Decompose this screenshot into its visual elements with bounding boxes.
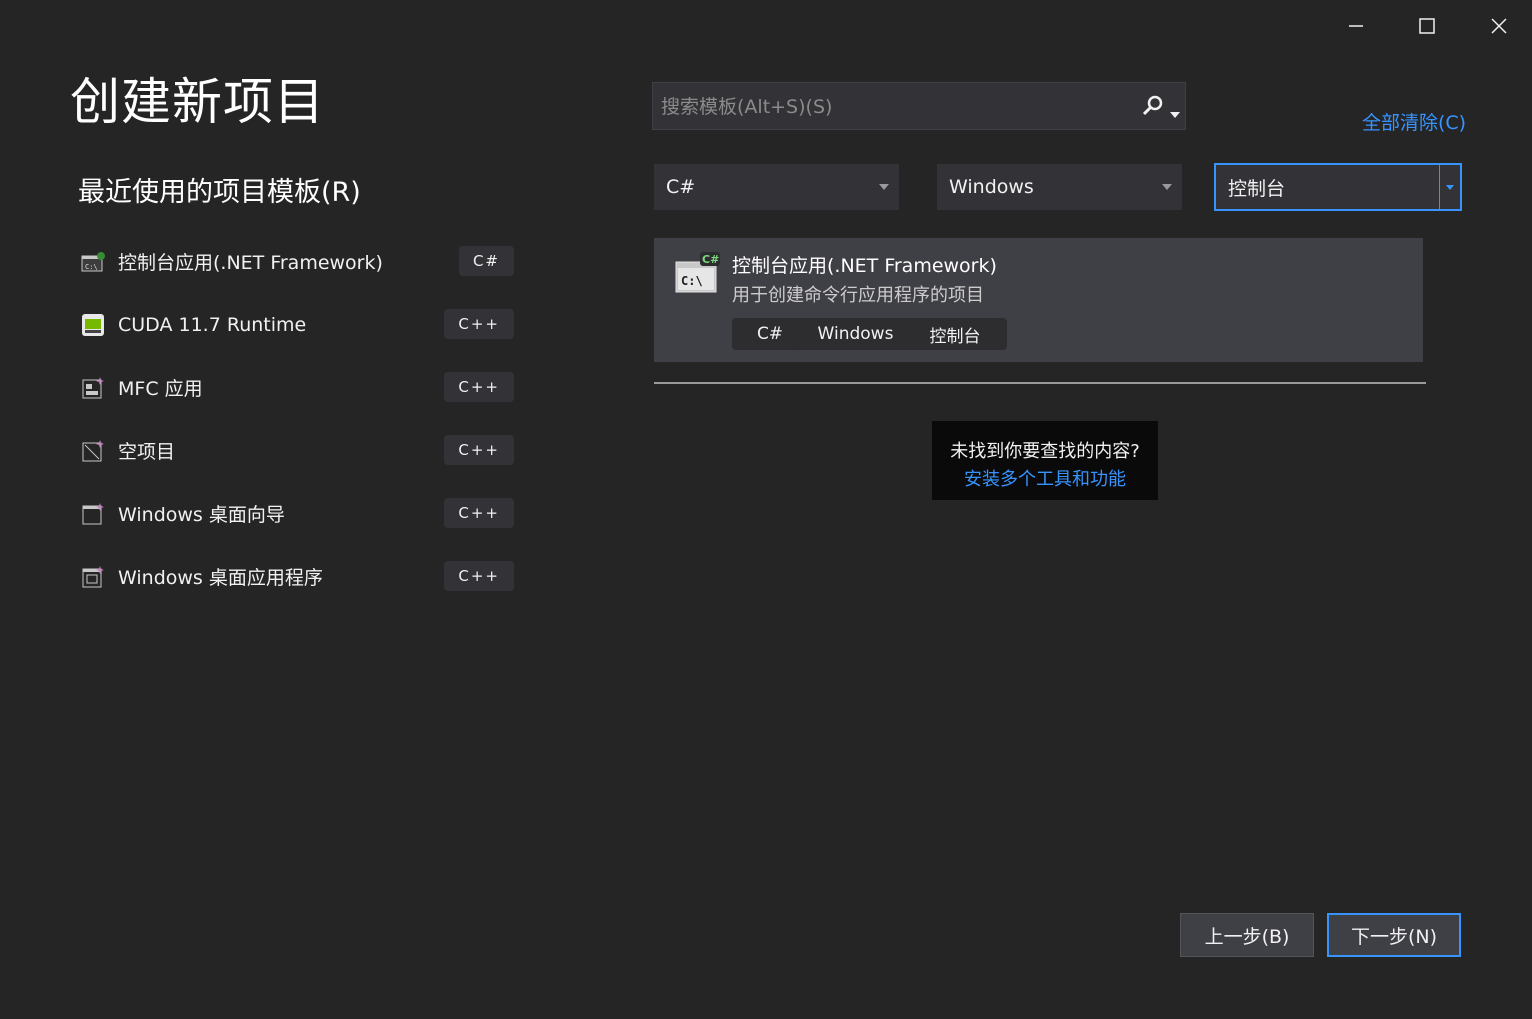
not-found-question: 未找到你要查找的内容? (950, 441, 1140, 462)
recent-item-desktop-wizard[interactable]: Windows 桌面向导 C++ (78, 482, 518, 545)
language-badge: C++ (444, 372, 514, 402)
project-type-filter-dropdown[interactable]: 控制台 (1214, 163, 1462, 211)
desktop-app-icon (80, 564, 106, 590)
language-badge: C++ (444, 561, 514, 591)
platform-filter-dropdown[interactable]: Windows (937, 164, 1182, 210)
cuda-icon (80, 312, 106, 338)
desktop-wizard-icon (80, 501, 106, 527)
search-input[interactable] (653, 83, 1143, 131)
language-badge: C++ (444, 435, 514, 465)
template-card-console-app[interactable]: C:\ C# 控制台应用(.NET Framework) 用于创建命令行应用程序… (654, 238, 1423, 362)
recent-item-desktop-app[interactable]: Windows 桌面应用程序 C++ (78, 545, 518, 608)
recent-templates-heading: 最近使用的项目模板(R) (78, 177, 361, 208)
page-title: 创建新项目 (70, 73, 325, 131)
chevron-down-icon (869, 184, 899, 190)
svg-text:C:\: C:\ (681, 274, 703, 288)
recent-item-label: CUDA 11.7 Runtime (118, 313, 307, 336)
recent-item-cuda[interactable]: CUDA 11.7 Runtime C++ (78, 293, 518, 356)
template-tag: 控制台 (903, 318, 1007, 350)
language-badge: C++ (444, 309, 514, 339)
recent-item-console-app[interactable]: C:\ 控制台应用(.NET Framework) C# (78, 230, 518, 293)
recent-item-empty-project[interactable]: 空项目 C++ (78, 419, 518, 482)
chevron-down-icon (1170, 112, 1180, 118)
console-app-icon: C:\ (80, 249, 106, 275)
not-found-panel: 未找到你要查找的内容? 安装多个工具和功能 (932, 421, 1158, 500)
chevron-down-icon (1439, 165, 1460, 209)
recent-templates-list: C:\ 控制台应用(.NET Framework) C# CUDA 11.7 R… (78, 230, 518, 608)
maximize-icon (1419, 18, 1435, 34)
close-icon (1491, 18, 1507, 34)
template-tag: Windows (793, 318, 918, 350)
template-description: 用于创建命令行应用程序的项目 (732, 285, 984, 306)
mfc-app-icon (80, 375, 106, 401)
clear-all-link[interactable]: 全部清除(C) (1362, 108, 1466, 135)
next-button[interactable]: 下一步(N) (1327, 913, 1461, 957)
minimize-button[interactable] (1336, 8, 1376, 44)
install-tools-link[interactable]: 安装多个工具和功能 (932, 465, 1158, 491)
language-filter-dropdown[interactable]: C# (654, 164, 899, 210)
minimize-icon (1349, 25, 1363, 27)
svg-text:C#: C# (702, 253, 719, 266)
language-filter-value: C# (666, 176, 696, 198)
platform-filter-value: Windows (949, 176, 1034, 198)
console-app-icon: C:\ C# (674, 252, 722, 296)
chevron-down-icon (1152, 184, 1182, 190)
svg-text:C:\: C:\ (85, 263, 98, 271)
search-options-dropdown[interactable] (1170, 103, 1180, 122)
empty-project-icon (80, 438, 106, 464)
recent-item-label: MFC 应用 (118, 378, 203, 400)
results-divider (654, 382, 1426, 384)
template-search-box (652, 82, 1186, 131)
language-badge: C++ (444, 498, 514, 528)
recent-item-label: 空项目 (118, 441, 176, 463)
language-badge: C# (458, 246, 514, 276)
close-button[interactable] (1479, 8, 1519, 44)
template-title: 控制台应用(.NET Framework) (732, 255, 997, 277)
recent-item-label: Windows 桌面向导 (118, 504, 285, 526)
maximize-button[interactable] (1407, 8, 1447, 44)
project-type-filter-value: 控制台 (1228, 177, 1286, 200)
search-icon[interactable] (1141, 94, 1165, 122)
recent-item-label: Windows 桌面应用程序 (118, 567, 323, 589)
back-button[interactable]: 上一步(B) (1180, 913, 1314, 957)
recent-item-mfc[interactable]: MFC 应用 C++ (78, 356, 518, 419)
recent-item-label: 控制台应用(.NET Framework) (118, 252, 383, 274)
